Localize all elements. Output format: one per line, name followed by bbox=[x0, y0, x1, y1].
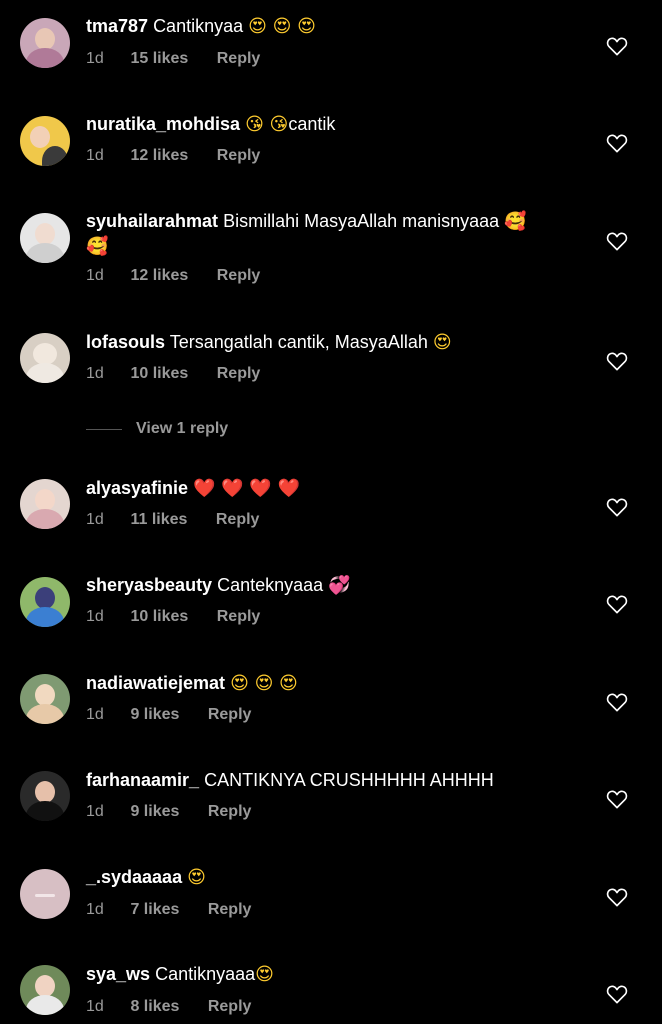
comment-username[interactable]: lofasouls bbox=[86, 332, 165, 352]
comment-username[interactable]: nuratika_mohdisa bbox=[86, 114, 240, 134]
avatar[interactable] bbox=[20, 771, 70, 821]
emoji-heart-eyes: 😍 bbox=[187, 867, 206, 888]
emoji-kiss: 😘 😘 bbox=[245, 114, 289, 135]
reply-button[interactable]: Reply bbox=[217, 364, 261, 384]
comment-likes[interactable]: 12 likes bbox=[130, 146, 188, 166]
comment-username[interactable]: alyasyafinie bbox=[86, 478, 188, 498]
emoji-heart-eyes: 😍 😍 😍 bbox=[230, 673, 298, 694]
comment-text: Cantiknyaa bbox=[153, 16, 244, 36]
avatar[interactable] bbox=[20, 333, 70, 383]
comment-username[interactable]: farhanaamir_ bbox=[86, 770, 199, 790]
comment-time: 1d bbox=[86, 901, 104, 918]
comment-time: 1d bbox=[86, 998, 104, 1015]
emoji-smiling-hearts: 🥰 bbox=[86, 236, 109, 257]
comment-username[interactable]: sheryasbeauty bbox=[86, 575, 212, 595]
comment-text: cantik bbox=[288, 114, 336, 134]
comment-list: tma787 Cantiknyaa 😍 😍 😍 1d 15 likes Repl… bbox=[0, 0, 662, 1024]
heart-like-icon[interactable] bbox=[606, 692, 628, 712]
reply-button[interactable]: Reply bbox=[208, 705, 252, 725]
avatar[interactable] bbox=[20, 577, 70, 627]
view-replies-label: View 1 reply bbox=[136, 420, 229, 437]
comment-likes[interactable]: 15 likes bbox=[130, 49, 188, 69]
avatar[interactable] bbox=[20, 479, 70, 529]
reply-button[interactable]: Reply bbox=[208, 802, 252, 822]
comment-time: 1d bbox=[86, 50, 104, 67]
comment-time: 1d bbox=[86, 365, 104, 382]
comment-username[interactable]: sya_ws bbox=[86, 964, 150, 984]
comment-text: Tersangatlah cantik, MasyaAllah bbox=[169, 332, 428, 352]
comment-likes[interactable]: 9 likes bbox=[130, 705, 179, 725]
comment-likes[interactable]: 10 likes bbox=[130, 364, 188, 384]
comment-text: Bismillahi MasyaAllah manisnyaaa bbox=[223, 211, 500, 231]
emoji-heart-eyes: 😍 😍 😍 bbox=[248, 16, 316, 37]
comment-likes[interactable]: 12 likes bbox=[130, 266, 188, 286]
comment-time: 1d bbox=[86, 511, 104, 528]
comment-username[interactable]: syuhailarahmat bbox=[86, 211, 218, 231]
emoji-red-heart: ❤️ ❤️ ❤️ ❤️ bbox=[193, 478, 300, 499]
emoji-heart-eyes: 😍 bbox=[432, 332, 452, 353]
comment-likes[interactable]: 10 likes bbox=[130, 607, 188, 627]
comment-time: 1d bbox=[86, 608, 104, 625]
avatar[interactable] bbox=[20, 116, 70, 166]
avatar[interactable] bbox=[20, 213, 70, 263]
reply-button[interactable]: Reply bbox=[217, 607, 261, 627]
divider-line bbox=[86, 429, 122, 430]
comment-text: Canteknyaaa bbox=[217, 575, 324, 595]
heart-like-icon[interactable] bbox=[606, 887, 628, 907]
comment-likes[interactable]: 11 likes bbox=[130, 510, 187, 530]
avatar[interactable] bbox=[20, 674, 70, 724]
comment-username[interactable]: tma787 bbox=[86, 16, 148, 36]
reply-button[interactable]: Reply bbox=[216, 510, 260, 530]
heart-like-icon[interactable] bbox=[606, 984, 628, 1004]
reply-button[interactable]: Reply bbox=[217, 266, 261, 286]
comment-likes[interactable]: 7 likes bbox=[130, 900, 179, 920]
heart-like-icon[interactable] bbox=[606, 789, 628, 809]
reply-button[interactable]: Reply bbox=[208, 997, 252, 1017]
reply-button[interactable]: Reply bbox=[217, 49, 261, 69]
heart-like-icon[interactable] bbox=[606, 36, 628, 56]
avatar[interactable] bbox=[20, 18, 70, 68]
reply-button[interactable]: Reply bbox=[217, 146, 261, 166]
heart-like-icon[interactable] bbox=[606, 497, 628, 517]
comment-text: Cantiknyaaa bbox=[155, 964, 256, 984]
heart-like-icon[interactable] bbox=[606, 594, 628, 614]
avatar[interactable] bbox=[20, 965, 70, 1015]
reply-button[interactable]: Reply bbox=[208, 900, 252, 920]
comment-username[interactable]: _.sydaaaaa bbox=[86, 867, 182, 887]
heart-like-icon[interactable] bbox=[606, 231, 628, 251]
comment-text: CANTIKNYA CRUSHHHHH AHHHH bbox=[204, 770, 494, 790]
avatar[interactable] bbox=[20, 869, 70, 919]
heart-like-icon[interactable] bbox=[606, 133, 628, 153]
comment-likes[interactable]: 9 likes bbox=[130, 802, 179, 822]
heart-like-icon[interactable] bbox=[606, 351, 628, 371]
emoji-heart-eyes: 😍 bbox=[255, 964, 274, 985]
comment-likes[interactable]: 8 likes bbox=[130, 997, 179, 1017]
comment-time: 1d bbox=[86, 147, 104, 164]
emoji-smiling-hearts: 🥰 bbox=[504, 211, 527, 232]
comment-time: 1d bbox=[86, 267, 104, 284]
comment-time: 1d bbox=[86, 803, 104, 820]
comment-username[interactable]: nadiawatiejemat bbox=[86, 673, 225, 693]
emoji-two-hearts: 💞 bbox=[328, 575, 351, 596]
comment-time: 1d bbox=[86, 706, 104, 723]
